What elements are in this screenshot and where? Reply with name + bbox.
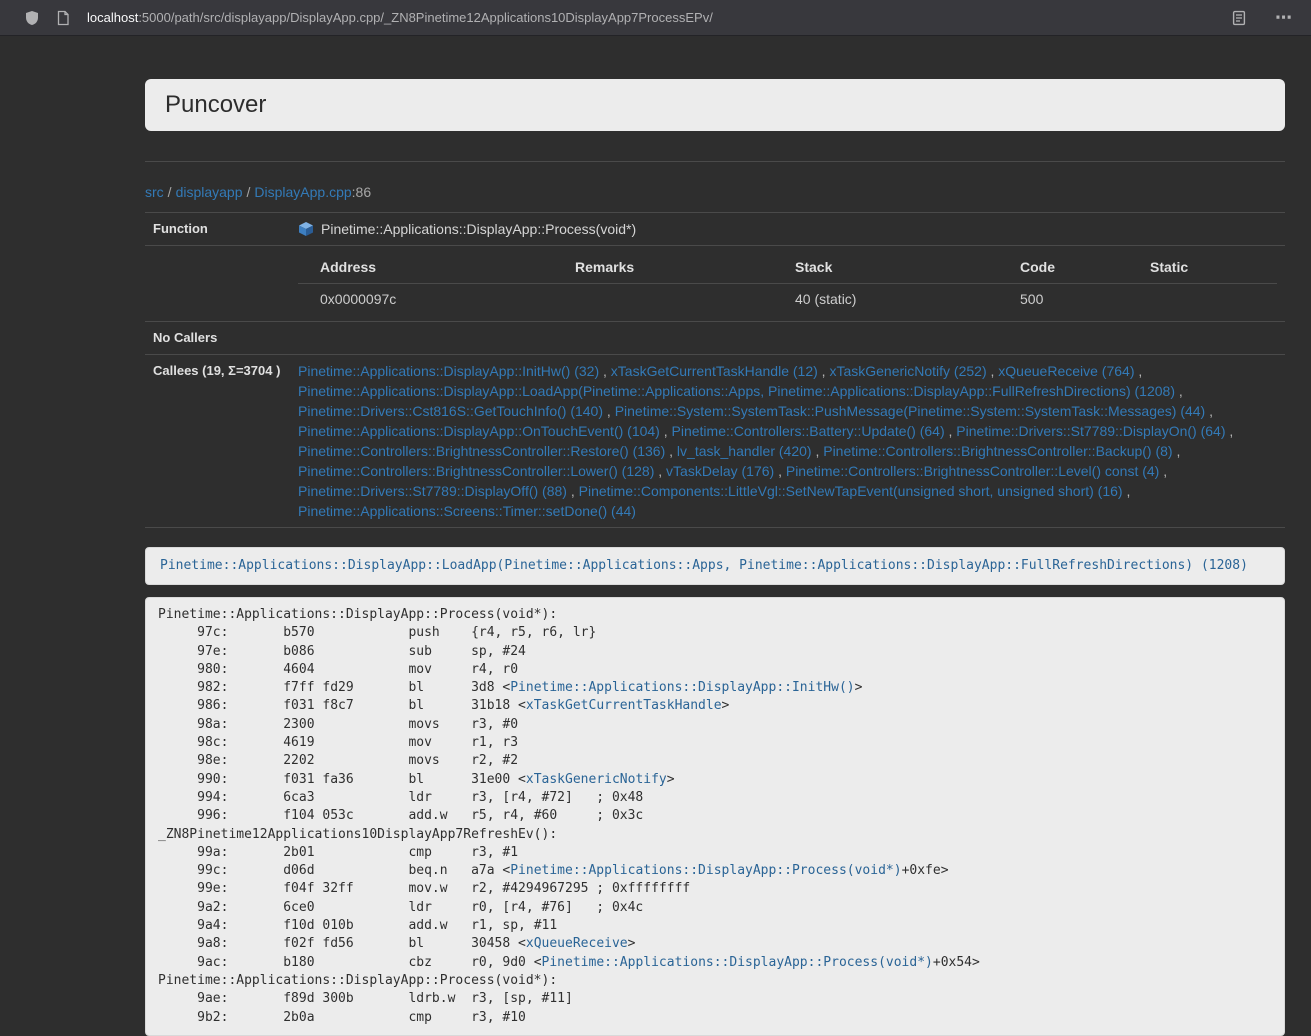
page-title: Puncover bbox=[165, 92, 1265, 118]
url-path: :5000/path/src/displayapp/DisplayApp.cpp… bbox=[138, 10, 713, 25]
callee-separator: , bbox=[1173, 443, 1181, 459]
code-value: 500 bbox=[998, 284, 1128, 316]
metrics-table: Address Remarks Stack Code Static 0x0000… bbox=[298, 252, 1277, 315]
callee-link[interactable]: Pinetime::Controllers::BrightnessControl… bbox=[298, 463, 654, 479]
page-info-icon[interactable] bbox=[56, 10, 70, 26]
column-header-stack: Stack bbox=[773, 252, 998, 284]
callee-separator: , bbox=[1175, 383, 1183, 399]
tracking-protection-shield-icon[interactable] bbox=[24, 10, 40, 26]
callee-link[interactable]: Pinetime::System::SystemTask::PushMessag… bbox=[615, 403, 1206, 419]
callee-link[interactable]: lv_task_handler (420) bbox=[677, 443, 812, 459]
callee-link[interactable]: Pinetime::Controllers::BrightnessControl… bbox=[298, 443, 665, 459]
callee-separator: , bbox=[812, 443, 824, 459]
function-row: Function Pinetime::Applications::Display… bbox=[145, 213, 1285, 246]
disassembly-symbol-link[interactable]: xQueueReceive bbox=[526, 936, 628, 951]
breadcrumb-link-displayapp[interactable]: displayapp bbox=[176, 184, 243, 200]
callee-link[interactable]: Pinetime::Controllers::BrightnessControl… bbox=[823, 443, 1172, 459]
callee-separator: , bbox=[1134, 363, 1142, 379]
breadcrumb-link-file[interactable]: DisplayApp.cpp bbox=[254, 184, 351, 200]
remarks-value bbox=[553, 284, 773, 316]
callee-link[interactable]: Pinetime::Applications::Screens::Timer::… bbox=[298, 503, 636, 519]
function-label: Function bbox=[145, 213, 290, 246]
callee-link[interactable]: Pinetime::Controllers::Battery::Update()… bbox=[672, 423, 945, 439]
column-header-code: Code bbox=[998, 252, 1128, 284]
callee-link[interactable]: xTaskGetCurrentTaskHandle (12) bbox=[611, 363, 818, 379]
callee-separator: , bbox=[1123, 483, 1131, 499]
breadcrumb: src/displayapp/DisplayApp.cpp:86 bbox=[145, 182, 1285, 202]
callee-link[interactable]: Pinetime::Drivers::Cst816S::GetTouchInfo… bbox=[298, 403, 603, 419]
no-callers-label: No Callers bbox=[145, 322, 290, 355]
disassembly-symbol-link[interactable]: xTaskGenericNotify bbox=[526, 772, 667, 787]
callee-separator: , bbox=[665, 443, 677, 459]
callees-list: Pinetime::Applications::DisplayApp::Init… bbox=[290, 355, 1285, 528]
callee-separator: , bbox=[818, 363, 830, 379]
callee-separator: , bbox=[603, 403, 615, 419]
callee-link[interactable]: Pinetime::Controllers::BrightnessControl… bbox=[786, 463, 1159, 479]
function-metrics-row: Address Remarks Stack Code Static 0x0000… bbox=[145, 246, 1285, 322]
stack-value: 40 (static) bbox=[773, 284, 998, 316]
callee-separator: , bbox=[654, 463, 666, 479]
column-header-address: Address bbox=[298, 252, 553, 284]
static-value bbox=[1128, 284, 1277, 316]
callee-link[interactable]: Pinetime::Drivers::St7789::DisplayOff() … bbox=[298, 483, 567, 499]
callee-link[interactable]: vTaskDelay (176) bbox=[666, 463, 774, 479]
caller-link[interactable]: Pinetime::Applications::DisplayApp::Load… bbox=[160, 558, 1248, 573]
disassembly-symbol-link[interactable]: Pinetime::Applications::DisplayApp::Proc… bbox=[510, 863, 901, 878]
browser-toolbar: localhost:5000/path/src/displayapp/Displ… bbox=[0, 0, 1311, 36]
callees-row: Callees (19, Σ=3704 ) Pinetime::Applicat… bbox=[145, 355, 1285, 528]
callee-link[interactable]: xQueueReceive (764) bbox=[998, 363, 1134, 379]
callee-link[interactable]: Pinetime::Components::LittleVgl::SetNewT… bbox=[579, 483, 1123, 499]
callee-separator: , bbox=[1205, 403, 1213, 419]
metrics-values-row: 0x0000097c 40 (static) 500 bbox=[298, 284, 1277, 316]
symbol-table: Function Pinetime::Applications::Display… bbox=[145, 212, 1285, 528]
callee-separator: , bbox=[1226, 423, 1234, 439]
breadcrumb-line-number: :86 bbox=[352, 184, 371, 200]
disassembly-symbol-link[interactable]: xTaskGetCurrentTaskHandle bbox=[526, 698, 722, 713]
address-value: 0x0000097c bbox=[298, 284, 553, 316]
callee-link[interactable]: Pinetime::Drivers::St7789::DisplayOn() (… bbox=[956, 423, 1225, 439]
callee-separator: , bbox=[567, 483, 579, 499]
url-bar[interactable]: localhost:5000/path/src/displayapp/Displ… bbox=[56, 10, 713, 26]
callees-label: Callees (19, Σ=3704 ) bbox=[145, 355, 290, 528]
disassembly-code: Pinetime::Applications::DisplayApp::Proc… bbox=[145, 597, 1285, 1036]
column-header-static: Static bbox=[1128, 252, 1277, 284]
content-container: Puncover src/displayapp/DisplayApp.cpp:8… bbox=[145, 79, 1285, 1036]
callee-separator: , bbox=[945, 423, 957, 439]
no-callers-row: No Callers bbox=[145, 322, 1285, 355]
callee-separator: , bbox=[599, 363, 611, 379]
callee-separator: , bbox=[987, 363, 999, 379]
callee-separator: , bbox=[660, 423, 672, 439]
url-host: localhost bbox=[87, 10, 138, 25]
caller-well: Pinetime::Applications::DisplayApp::Load… bbox=[145, 547, 1285, 585]
column-header-remarks: Remarks bbox=[553, 252, 773, 284]
disassembly-symbol-link[interactable]: Pinetime::Applications::DisplayApp::Init… bbox=[510, 680, 854, 695]
breadcrumb-separator: / bbox=[168, 184, 172, 200]
function-type-icon bbox=[298, 221, 314, 237]
page-actions-menu-icon[interactable]: ⋯ bbox=[1275, 8, 1293, 28]
metrics-header-row: Address Remarks Stack Code Static bbox=[298, 252, 1277, 284]
reader-mode-icon[interactable] bbox=[1231, 10, 1247, 26]
callee-separator: , bbox=[1159, 463, 1167, 479]
callee-separator: , bbox=[774, 463, 786, 479]
breadcrumb-link-src[interactable]: src bbox=[145, 184, 164, 200]
callee-link[interactable]: xTaskGenericNotify (252) bbox=[829, 363, 986, 379]
divider bbox=[145, 161, 1285, 162]
puncover-header-panel: Puncover bbox=[145, 79, 1285, 131]
url-text: localhost:5000/path/src/displayapp/Displ… bbox=[87, 10, 713, 25]
breadcrumb-separator: / bbox=[247, 184, 251, 200]
callee-link[interactable]: Pinetime::Applications::DisplayApp::OnTo… bbox=[298, 423, 660, 439]
callee-link[interactable]: Pinetime::Applications::DisplayApp::Load… bbox=[298, 383, 1175, 399]
function-name: Pinetime::Applications::DisplayApp::Proc… bbox=[321, 219, 636, 239]
callee-link[interactable]: Pinetime::Applications::DisplayApp::Init… bbox=[298, 363, 599, 379]
disassembly-symbol-link[interactable]: Pinetime::Applications::DisplayApp::Proc… bbox=[542, 955, 933, 970]
